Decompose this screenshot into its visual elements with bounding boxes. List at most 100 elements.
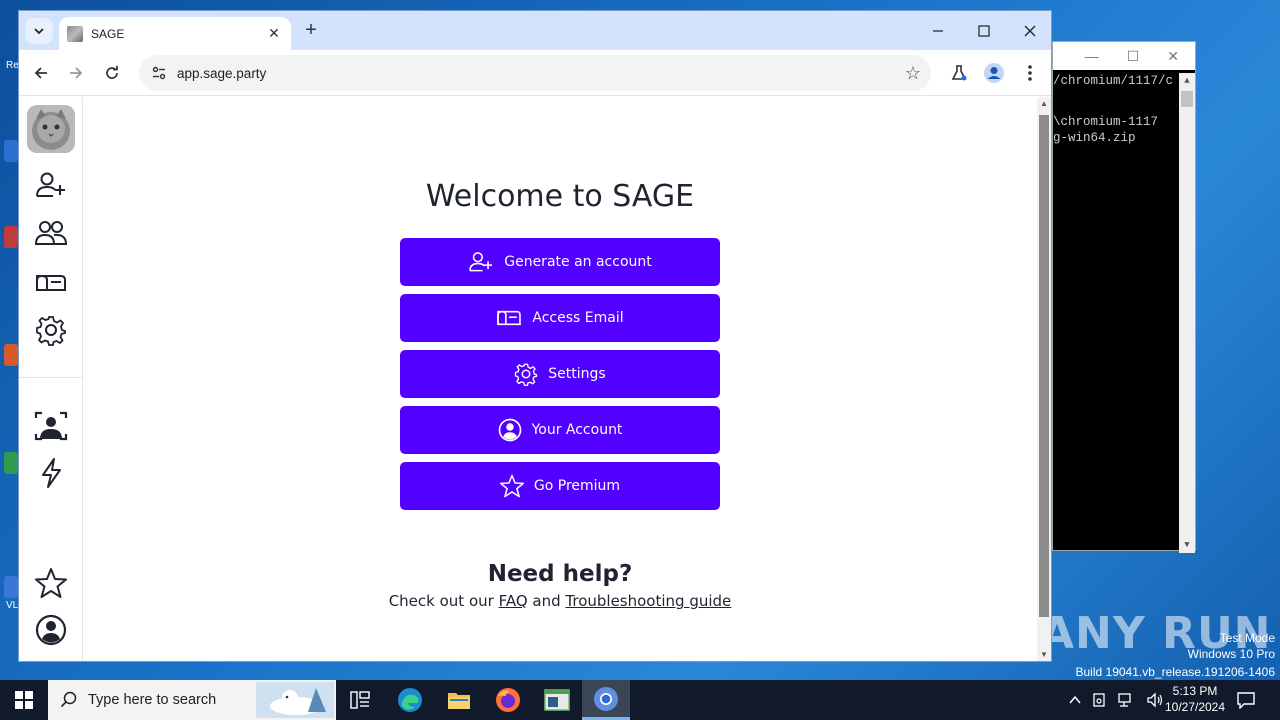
generate-account-button[interactable]: Generate an account (400, 238, 720, 286)
search-placeholder: Type here to search (88, 692, 217, 708)
back-button[interactable] (27, 59, 55, 87)
scroll-down-icon[interactable]: ▼ (1179, 537, 1195, 553)
avatar[interactable] (27, 105, 75, 153)
cat-avatar-icon (27, 105, 75, 153)
sidebar-item-account[interactable] (27, 607, 75, 653)
clock[interactable]: 5:13 PM 10/27/2024 (1160, 683, 1230, 715)
faq-link[interactable]: FAQ (499, 592, 528, 610)
mailbox-icon (36, 274, 66, 291)
back-arrow-icon (34, 67, 47, 79)
desktop-icon-label: Re (6, 60, 19, 71)
tab-search-button[interactable] (25, 18, 53, 44)
sidebar-item-email[interactable] (27, 259, 75, 305)
scrollbar-thumb[interactable] (1039, 115, 1049, 617)
system-info-line: Windows 10 Pro (1187, 647, 1275, 661)
notification-button[interactable] (1236, 680, 1256, 720)
profile-avatar-icon (984, 63, 1004, 83)
chrome-taskbar-button[interactable] (582, 680, 630, 720)
terminal-line: /chromium/1117/c (1053, 74, 1174, 88)
menu-button[interactable] (1016, 59, 1044, 87)
edge-taskbar-button[interactable] (386, 680, 434, 720)
desktop-icon[interactable] (4, 452, 18, 474)
settings-button[interactable]: Settings (400, 350, 720, 398)
sidebar-item-accounts[interactable] (27, 210, 75, 256)
minimize-button[interactable] (915, 11, 961, 50)
help-prefix: Check out our (388, 592, 499, 610)
forward-button[interactable] (62, 59, 90, 87)
help-text: Check out our FAQ and Troubleshooting gu… (83, 592, 1037, 610)
folder-icon (448, 693, 470, 709)
scroll-up-icon[interactable]: ▲ (1179, 73, 1195, 89)
terminal-scrollbar[interactable]: ▲ ▼ (1179, 73, 1195, 553)
access-email-button[interactable]: Access Email (400, 294, 720, 342)
reload-button[interactable] (98, 59, 126, 87)
star-icon (499, 474, 524, 498)
taskbar-search[interactable]: Type here to search (48, 680, 336, 720)
go-premium-button[interactable]: Go Premium (400, 462, 720, 510)
task-view-button[interactable] (336, 680, 384, 720)
desktop-icon[interactable] (4, 140, 18, 162)
desktop-icon[interactable] (4, 226, 18, 248)
app-taskbar-button[interactable] (533, 680, 581, 720)
browser-window[interactable]: SAGE ✕ + app.sage.party ☆ Welcome to SAG… (18, 10, 1052, 662)
search-highlight-icon (256, 682, 334, 718)
scrollbar-thumb[interactable] (1181, 91, 1193, 107)
chevron-down-icon (34, 28, 44, 35)
scroll-down-icon[interactable]: ▼ (1037, 650, 1051, 659)
url-text[interactable]: app.sage.party (177, 66, 895, 81)
page-viewport: Welcome to SAGE Generate an account Acce… (19, 97, 1051, 661)
maximize-icon[interactable]: ☐ (1127, 48, 1140, 65)
person-add-icon (469, 252, 493, 272)
close-tab-icon[interactable]: ✕ (265, 25, 283, 42)
labs-button[interactable] (945, 59, 973, 87)
tab-sage[interactable]: SAGE ✕ (59, 17, 291, 50)
sidebar-item-quick-actions[interactable] (27, 450, 75, 496)
file-explorer-taskbar-button[interactable] (435, 680, 483, 720)
your-account-button[interactable]: Your Account (400, 406, 720, 454)
browser-toolbar: app.sage.party ☆ (19, 50, 1051, 96)
start-button[interactable] (0, 680, 48, 720)
profile-button[interactable] (980, 59, 1008, 87)
mailbox-icon (497, 310, 522, 326)
device-icon[interactable] (1092, 692, 1108, 708)
tab-strip[interactable]: SAGE ✕ + (19, 11, 1051, 50)
button-label: Your Account (531, 422, 623, 438)
help-heading: Need help? (487, 561, 633, 587)
terminal-window[interactable]: — ☐ ✕ /chromium/1117/c \chromium-1117 g-… (1052, 41, 1196, 553)
terminal-titlebar[interactable]: — ☐ ✕ (1053, 42, 1195, 70)
close-icon[interactable]: ✕ (1167, 48, 1179, 65)
new-tab-button[interactable]: + (299, 19, 323, 43)
forward-arrow-icon (70, 67, 83, 79)
sidebar-item-settings[interactable] (27, 307, 75, 353)
minimize-icon (933, 29, 943, 32)
address-bar[interactable]: app.sage.party ☆ (139, 55, 931, 91)
sidebar-item-profile[interactable] (27, 403, 75, 449)
sidebar-divider (19, 377, 83, 378)
firefox-taskbar-button[interactable] (484, 680, 532, 720)
page-title: Welcome to SAGE (425, 179, 695, 214)
sidebar-item-generate-account[interactable] (27, 162, 75, 208)
button-label: Go Premium (533, 478, 621, 494)
network-icon[interactable] (1118, 692, 1136, 708)
chevron-up-icon[interactable] (1068, 693, 1082, 707)
scroll-up-icon[interactable]: ▲ (1037, 99, 1051, 108)
people-icon (34, 221, 68, 245)
desktop-icon[interactable] (4, 344, 18, 366)
page-scrollbar[interactable]: ▲ ▼ (1037, 97, 1051, 661)
bookmark-star-icon[interactable]: ☆ (895, 63, 931, 84)
desktop-icon-label: VL (6, 600, 19, 611)
troubleshooting-guide-link[interactable]: Troubleshooting guide (565, 592, 731, 610)
help-and: and (527, 592, 566, 610)
desktop-icon[interactable] (4, 576, 18, 598)
main-content: Welcome to SAGE Generate an account Acce… (83, 97, 1037, 661)
windows-logo-icon (15, 691, 33, 709)
minimize-icon[interactable]: — (1085, 48, 1099, 64)
site-info-button[interactable] (141, 65, 177, 81)
tab-title: SAGE (91, 26, 125, 41)
sidebar-item-premium[interactable] (27, 560, 75, 606)
taskbar: Type here to search 5:13 PM 10/27/2024 (0, 680, 1280, 720)
close-button[interactable] (1007, 11, 1053, 50)
gear-icon (515, 363, 538, 386)
maximize-button[interactable] (961, 11, 1007, 50)
